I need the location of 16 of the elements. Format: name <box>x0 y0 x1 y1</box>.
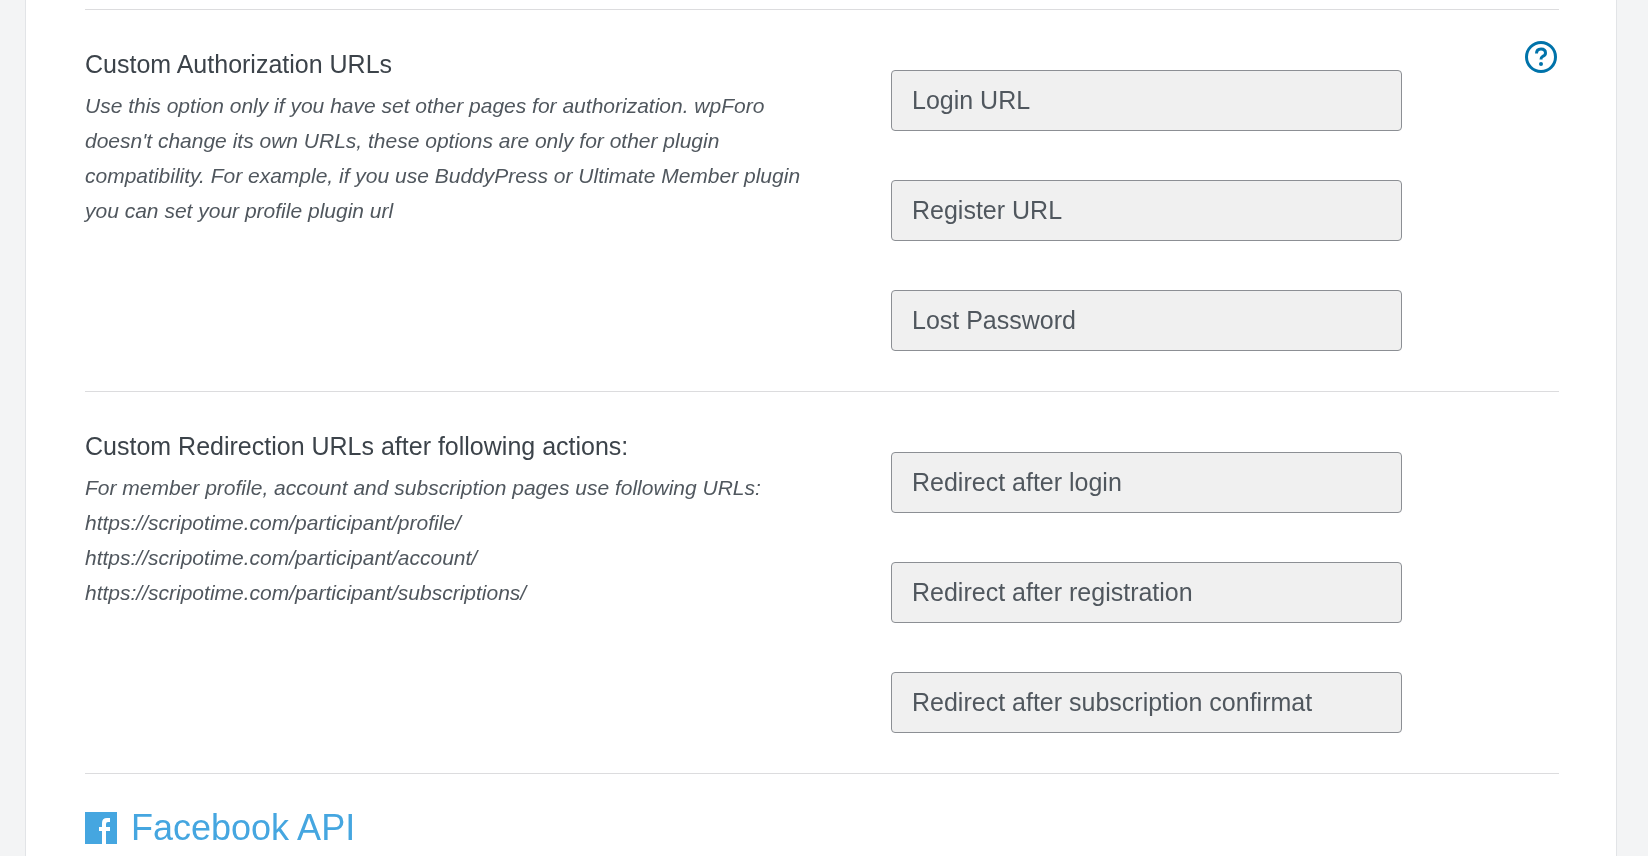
facebook-icon <box>85 812 117 844</box>
url-field[interactable]: Register URL <box>891 180 1402 241</box>
help-icon[interactable] <box>1524 40 1558 74</box>
section-title: Custom Redirection URLs after following actions: <box>85 431 630 462</box>
url-field[interactable]: Lost Password <box>891 290 1402 351</box>
url-field[interactable]: Redirect after login <box>891 452 1402 513</box>
section-heading: Facebook API <box>131 808 356 848</box>
section-description: Use this option only if you have set other pages for authorization. wpForo doesn't change its own URLs, these options are only for other plugin compatibility. For example, if you use BuddyPress or Ultimate Member plugin you can set your profile plugin url <box>85 93 802 224</box>
url-field[interactable]: Login URL <box>891 70 1402 131</box>
section-title: Custom Authorization URLs <box>85 49 394 80</box>
url-field[interactable]: Redirect after subscription confirmat <box>891 672 1402 733</box>
description-line: https://scripotime.com/participant/profile/ <box>85 510 464 536</box>
description-line: For member profile, account and subscription pages use following URLs: <box>85 475 762 501</box>
description-line: https://scripotime.com/participant/subscriptions/ <box>85 580 529 606</box>
url-field[interactable]: Redirect after registration <box>891 562 1402 623</box>
description-line: https://scripotime.com/participant/account/ <box>85 545 480 571</box>
